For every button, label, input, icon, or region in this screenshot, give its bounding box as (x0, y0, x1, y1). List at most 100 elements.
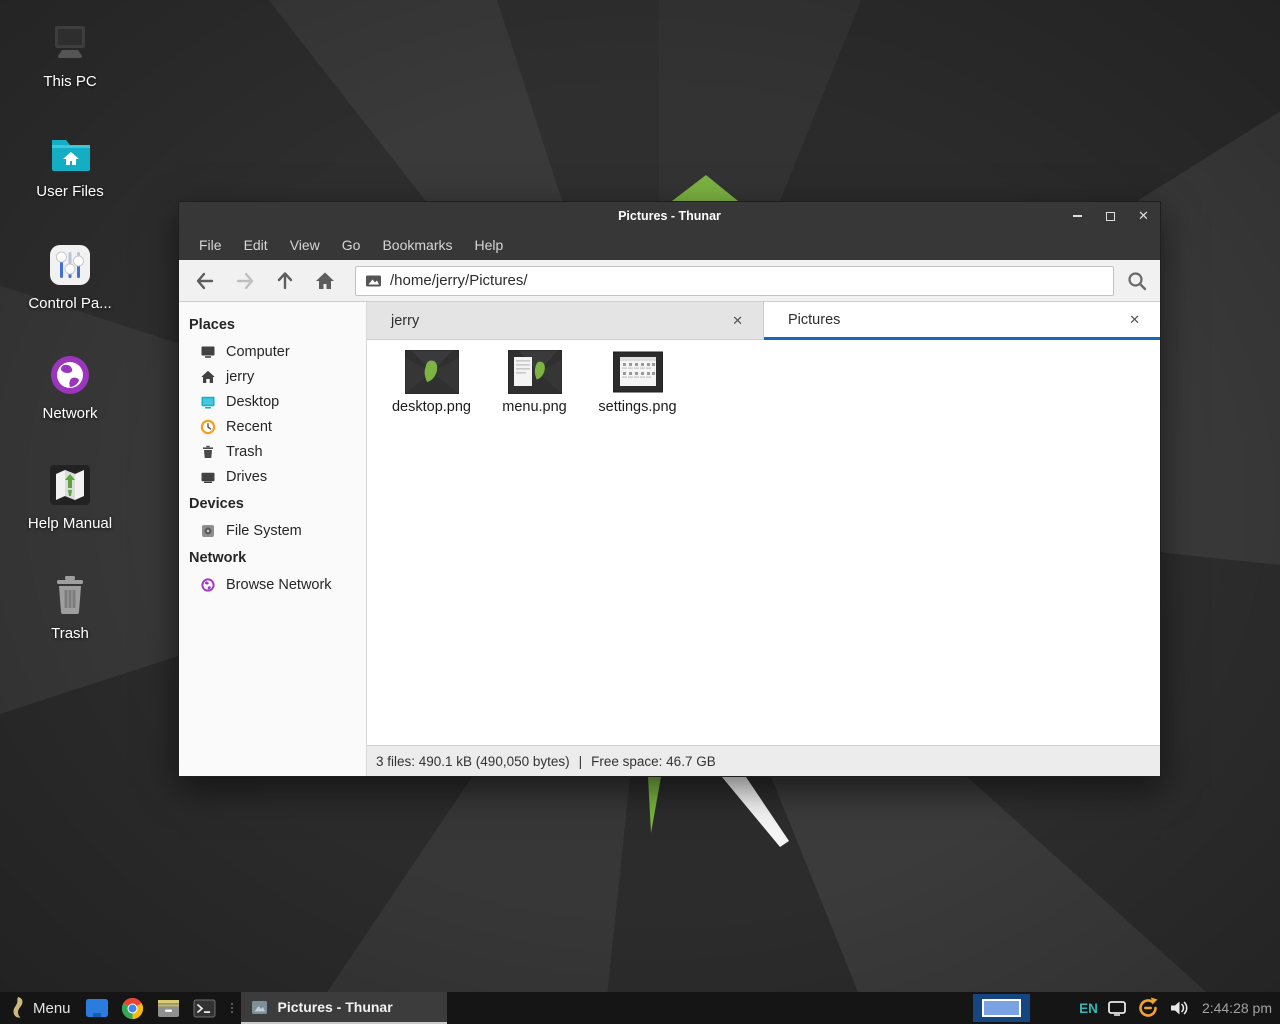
help-map-icon (47, 462, 93, 508)
status-separator: | (579, 754, 583, 769)
minimize-button[interactable] (1067, 206, 1088, 227)
desktop-icon-label: Network (0, 405, 140, 422)
menu-help[interactable]: Help (464, 232, 515, 258)
desktop-icon-label: User Files (0, 183, 140, 200)
sidebar-item-label: Computer (226, 344, 290, 360)
tabbar: jerry ✕ Pictures ✕ (367, 302, 1160, 340)
filesystem-disk-icon (200, 523, 216, 539)
menu-bookmarks[interactable]: Bookmarks (371, 232, 463, 258)
sidebar-item-label: Drives (226, 469, 267, 485)
trash-icon (47, 572, 93, 618)
menu-file[interactable]: File (188, 232, 233, 258)
terminal-icon (193, 999, 216, 1018)
file-name: desktop.png (392, 399, 471, 415)
image-thumbnail (405, 350, 459, 394)
keyboard-layout-indicator[interactable]: EN (1079, 1001, 1098, 1016)
launcher-chrome[interactable] (115, 992, 151, 1024)
sidebar-item-label: Browse Network (226, 577, 332, 593)
sidebar-item-computer[interactable]: Computer (179, 339, 366, 364)
desktop-icon-label: This PC (0, 73, 140, 90)
image-thumbnail (613, 350, 663, 394)
close-icon: ✕ (1138, 208, 1149, 224)
up-button[interactable] (265, 264, 305, 298)
desktop-icon-control-panel[interactable]: Control Pa... (0, 242, 140, 312)
image-thumbnail (508, 350, 562, 394)
tab-jerry[interactable]: jerry ✕ (367, 302, 764, 340)
home-icon (200, 369, 216, 385)
content-pane: jerry ✕ Pictures ✕ (367, 302, 1160, 776)
drives-icon (200, 469, 216, 485)
desktop-icon-this-pc[interactable]: This PC (0, 22, 140, 90)
desktop-icon (200, 394, 216, 410)
thunar-task-icon (251, 1000, 268, 1015)
launcher-terminal[interactable] (187, 992, 223, 1024)
computer-icon (46, 22, 94, 66)
sidebar-item-file-system[interactable]: File System (179, 518, 366, 543)
sidebar-item-desktop[interactable]: Desktop (179, 389, 366, 414)
sidebar-item-drives[interactable]: Drives (179, 464, 366, 489)
file-manager-icon (85, 998, 109, 1018)
sidebar-item-recent[interactable]: Recent (179, 414, 366, 439)
sidebar-item-label: Recent (226, 419, 272, 435)
sidebar-item-label: jerry (226, 369, 254, 385)
menu-go[interactable]: Go (331, 232, 372, 258)
tab-label: Pictures (788, 312, 1126, 328)
desktop-icon-trash[interactable]: Trash (0, 572, 140, 642)
task-label: Pictures - Thunar (278, 999, 393, 1015)
file-name: menu.png (502, 399, 567, 415)
file-desktop-png[interactable]: desktop.png (380, 350, 483, 415)
volume-icon[interactable] (1169, 999, 1189, 1017)
desktop-icon-help-manual[interactable]: Help Manual (0, 462, 140, 532)
location-text: /home/jerry/Pictures/ (390, 272, 528, 289)
location-bar[interactable]: /home/jerry/Pictures/ (355, 266, 1114, 296)
forward-icon (235, 272, 255, 290)
start-menu-button[interactable]: Menu (0, 992, 79, 1024)
sidebar-item-trash[interactable]: Trash (179, 439, 366, 464)
tab-close-icon[interactable]: ✕ (1126, 310, 1143, 330)
sidebar: Places Computer jerry (179, 302, 367, 776)
taskbar: Menu (0, 992, 1280, 1024)
desktop-icon-label: Help Manual (0, 515, 140, 532)
search-icon (1126, 270, 1148, 292)
close-button[interactable]: ✕ (1133, 206, 1154, 227)
desktop-icon-network[interactable]: Network (0, 352, 140, 422)
titlebar[interactable]: Pictures - Thunar ✕ (179, 202, 1160, 230)
network-globe-icon (47, 352, 93, 398)
window-controls: ✕ (1067, 202, 1154, 230)
clock[interactable]: 2:44:28 pm (1202, 1000, 1272, 1016)
workspace-current[interactable] (982, 999, 1021, 1017)
sidebar-header-devices: Devices (179, 489, 366, 518)
file-name: settings.png (598, 399, 676, 415)
tab-close-icon[interactable]: ✕ (729, 311, 746, 331)
maximize-button[interactable] (1100, 206, 1121, 227)
sidebar-header-network: Network (179, 543, 366, 572)
back-button[interactable] (185, 264, 225, 298)
sidebar-header-places: Places (179, 310, 366, 339)
home-button[interactable] (305, 264, 345, 298)
start-menu-icon (9, 996, 24, 1020)
desktop-icon-user-files[interactable]: User Files (0, 132, 140, 200)
update-manager-icon[interactable] (1136, 996, 1160, 1020)
chrome-icon (121, 997, 144, 1020)
back-icon (195, 272, 215, 290)
sidebar-item-browse-network[interactable]: Browse Network (179, 572, 366, 597)
desktop: This PC User Files Control Pa... (0, 0, 1280, 1024)
file-view[interactable]: desktop.png (367, 340, 1160, 745)
sidebar-item-home[interactable]: jerry (179, 364, 366, 389)
image-folder-icon (365, 274, 382, 288)
desktop-icon-label: Control Pa... (0, 295, 140, 312)
display-tray-icon[interactable] (1107, 999, 1127, 1017)
recent-clock-icon (200, 419, 216, 435)
launcher-archive[interactable] (151, 992, 187, 1024)
menu-edit[interactable]: Edit (233, 232, 279, 258)
search-button[interactable] (1115, 263, 1159, 299)
workspace-switcher[interactable] (973, 994, 1030, 1022)
taskbar-task-pictures-thunar[interactable]: Pictures - Thunar (241, 992, 447, 1024)
menubar: File Edit View Go Bookmarks Help (179, 230, 1160, 260)
file-settings-png[interactable]: settings.png (586, 350, 689, 415)
launcher-files[interactable] (79, 992, 115, 1024)
forward-button[interactable] (225, 264, 265, 298)
tab-pictures[interactable]: Pictures ✕ (764, 302, 1160, 340)
file-menu-png[interactable]: menu.png (483, 350, 586, 415)
menu-view[interactable]: View (279, 232, 331, 258)
